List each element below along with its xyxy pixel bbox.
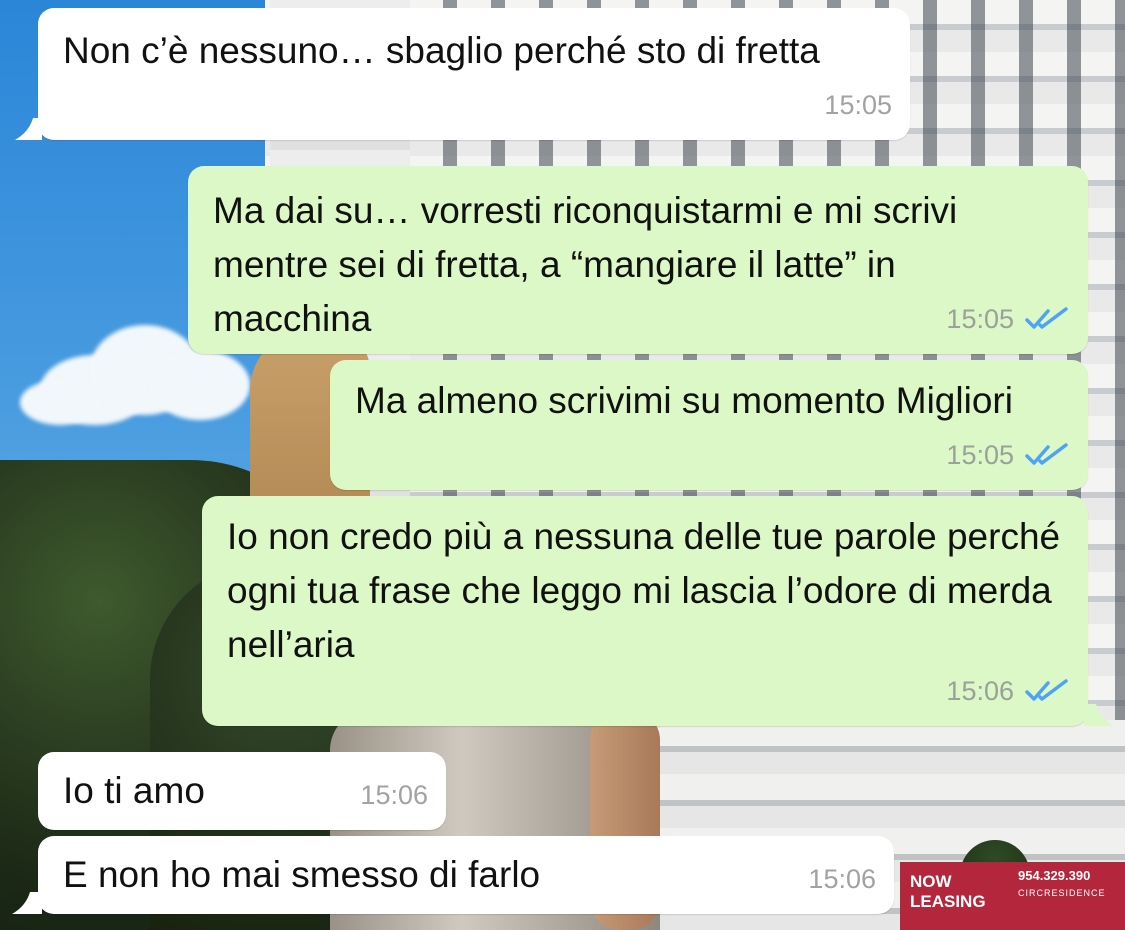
message-text: Non c’è nessuno… sbaglio perché sto di f… — [63, 30, 820, 71]
chat-thread: Non c’è nessuno… sbaglio perché sto di f… — [0, 0, 1125, 930]
double-check-icon — [1025, 307, 1068, 329]
bubble-tail — [1084, 704, 1114, 726]
message-meta: 15:05 — [946, 428, 1070, 482]
message-meta: 15:05 — [824, 78, 892, 132]
message-bubble-outgoing[interactable]: Io non credo più a nessuna delle tue par… — [202, 496, 1114, 726]
double-check-icon — [1025, 679, 1068, 701]
message-text: Ma almeno scrivimi su momento Migliori — [355, 380, 1013, 421]
message-bubble-outgoing[interactable]: Ma almeno scrivimi su momento Migliori 1… — [330, 360, 1088, 490]
message-text: Ma dai su… vorresti riconquistarmi e mi … — [213, 190, 958, 339]
message-time: 15:05 — [824, 90, 892, 120]
bubble-tail — [12, 892, 42, 914]
message-text: Io non credo più a nessuna delle tue par… — [227, 516, 1061, 665]
message-time: 15:05 — [946, 304, 1014, 334]
double-check-icon — [1025, 443, 1068, 465]
message-meta: 15:06 — [360, 768, 428, 822]
message-meta: 15:06 — [808, 852, 876, 906]
bubble-tail — [15, 118, 42, 140]
message-meta: 15:05 — [946, 292, 1070, 346]
message-text: E non ho mai smesso di farlo — [63, 854, 541, 895]
message-bubble-outgoing[interactable]: Ma dai su… vorresti riconquistarmi e mi … — [188, 166, 1088, 354]
message-time: 15:05 — [946, 440, 1014, 470]
message-meta: 15:06 — [946, 664, 1070, 718]
message-bubble-incoming[interactable]: Non c’è nessuno… sbaglio perché sto di f… — [15, 8, 910, 140]
message-time: 15:06 — [808, 864, 876, 894]
message-time: 15:06 — [360, 780, 428, 810]
message-time: 15:06 — [946, 676, 1014, 706]
message-bubble-incoming[interactable]: Io ti amo 15:06 — [38, 752, 446, 830]
message-bubble-incoming[interactable]: E non ho mai smesso di farlo 15:06 — [12, 836, 894, 914]
